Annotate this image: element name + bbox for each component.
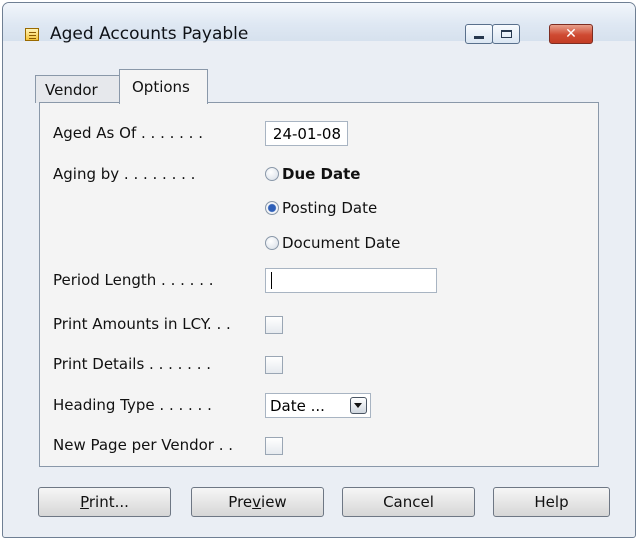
help-button[interactable]: Help bbox=[493, 487, 610, 517]
document-date-label[interactable]: Document Date bbox=[282, 234, 400, 252]
heading-type-value: Date ... bbox=[270, 397, 325, 415]
print-details-label: Print Details . . . . . . . bbox=[53, 355, 212, 373]
app-icon bbox=[25, 28, 39, 41]
period-length-label: Period Length . . . . . . bbox=[53, 271, 214, 289]
due-date-label[interactable]: Due Date bbox=[282, 165, 360, 183]
title-bar[interactable]: Aged Accounts Payable ✕ bbox=[3, 3, 635, 44]
maximize-icon bbox=[501, 30, 512, 38]
chevron-down-icon bbox=[354, 403, 362, 408]
tab-vendor[interactable]: Vendor bbox=[35, 75, 121, 103]
print-amounts-in-lcy-label: Print Amounts in LCY. . . bbox=[53, 315, 231, 333]
aging-by-label: Aging by . . . . . . . . bbox=[53, 165, 196, 183]
period-length-caret-box bbox=[265, 268, 437, 293]
heading-type-label: Heading Type . . . . . . bbox=[53, 396, 212, 414]
tab-options[interactable]: Options bbox=[119, 69, 208, 104]
due-date-radio[interactable] bbox=[265, 167, 279, 181]
dropdown-button[interactable] bbox=[350, 397, 367, 414]
close-icon: ✕ bbox=[565, 26, 577, 42]
minimize-button[interactable] bbox=[465, 24, 493, 44]
cancel-button[interactable]: Cancel bbox=[342, 487, 475, 517]
heading-type-dropdown[interactable]: Date ... bbox=[265, 393, 371, 418]
preview-button[interactable]: Preview bbox=[191, 487, 324, 517]
posting-date-radio[interactable] bbox=[265, 201, 279, 215]
minimize-icon bbox=[474, 36, 484, 39]
text-caret bbox=[271, 272, 272, 289]
new-page-per-vendor-label: New Page per Vendor . . bbox=[53, 436, 234, 454]
window-title: Aged Accounts Payable bbox=[50, 24, 249, 44]
document-date-radio[interactable] bbox=[265, 236, 279, 250]
aged-as-of-field[interactable]: 24-01-08 bbox=[265, 121, 348, 146]
print-button[interactable]: Print... bbox=[38, 487, 171, 517]
aged-as-of-label: Aged As Of . . . . . . . bbox=[53, 124, 203, 142]
print-details-checkbox[interactable] bbox=[265, 356, 283, 374]
maximize-button[interactable] bbox=[492, 24, 520, 44]
close-button[interactable]: ✕ bbox=[549, 24, 593, 44]
print-amounts-in-lcy-checkbox[interactable] bbox=[265, 316, 283, 334]
dialog-window: Aged Accounts Payable ✕ Vendor Options A… bbox=[2, 2, 636, 538]
new-page-per-vendor-checkbox[interactable] bbox=[265, 437, 283, 455]
posting-date-label[interactable]: Posting Date bbox=[282, 199, 377, 217]
